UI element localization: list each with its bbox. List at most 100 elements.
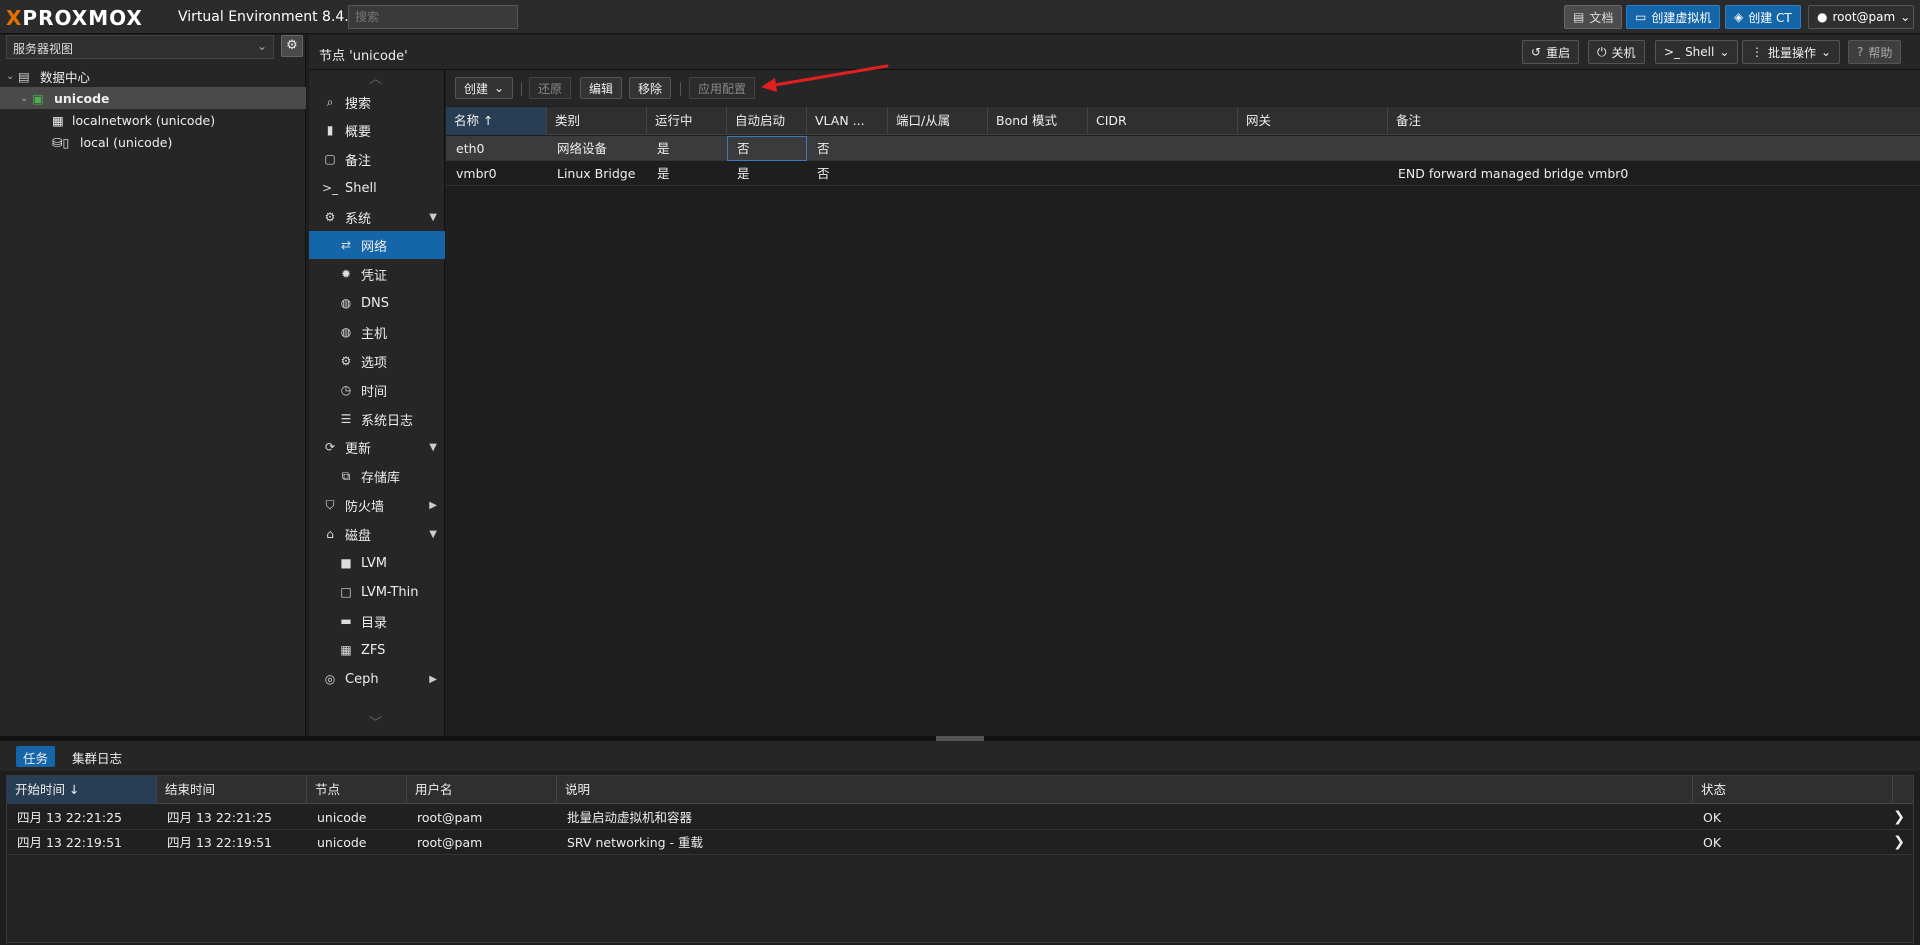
th-large-icon: ▦ <box>340 643 352 657</box>
column-header-autostart[interactable]: 自动启动 <box>727 107 807 135</box>
nav-ceph[interactable]: ◎ Ceph ▶ <box>309 665 445 693</box>
cell-active: 是 <box>657 166 670 181</box>
chevron-down-icon: ⌄ <box>256 39 267 53</box>
view-select[interactable]: 服务器视图 ⌄ <box>6 35 274 59</box>
column-header-cidr[interactable]: CIDR <box>1088 107 1238 135</box>
cell-comment <box>1388 136 1398 161</box>
column-header-name[interactable]: 名称 ↑ <box>446 107 547 135</box>
caret-down-icon: ▼ <box>429 211 437 223</box>
book-icon: ▮ <box>326 123 334 137</box>
cell-status: OK <box>1703 835 1722 850</box>
table-row[interactable]: eth0 网络设备 是 否 否 <box>446 136 1920 161</box>
table-row[interactable]: 四月 13 22:19:51 四月 13 22:19:51 unicode ro… <box>7 830 1913 855</box>
nav-options[interactable]: ⚙ 选项 <box>309 347 445 375</box>
nav-lvm-thin[interactable]: □ LVM-Thin <box>309 578 445 606</box>
proxmox-logo: XPROXMOX <box>6 6 143 30</box>
chevron-down-icon: ⌄ <box>6 70 15 82</box>
cell-start-time: 四月 13 22:21:25 <box>17 810 122 825</box>
help-button[interactable]: ? 帮助 <box>1848 40 1902 64</box>
nav-summary[interactable]: ▮ 概要 <box>309 116 445 144</box>
column-header-vlan[interactable]: VLAN ... <box>807 107 888 135</box>
tab-tasks[interactable]: 任务 <box>16 746 56 767</box>
column-header-comment[interactable]: 备注 <box>1388 107 1920 135</box>
tab-cluster-log[interactable]: 集群日志 <box>65 746 129 767</box>
tree-item-localnetwork[interactable]: ▦ localnetwork (unicode) <box>0 109 306 131</box>
nav-lvm[interactable]: ■ LVM <box>309 549 445 577</box>
undo-icon: ↺ <box>1531 45 1542 59</box>
docs-button[interactable]: ▤ 文档 <box>1564 5 1623 29</box>
shutdown-button[interactable]: ⏻ 关机 <box>1588 40 1645 64</box>
search-input[interactable] <box>348 5 518 29</box>
column-header-gateway[interactable]: 网关 <box>1238 107 1388 135</box>
tree-item-node-unicode[interactable]: ⌄ ▣ unicode <box>0 87 306 109</box>
chevron-down-icon: ⌄ <box>1900 10 1911 24</box>
chevron-down-icon: ⌄ <box>494 81 505 95</box>
column-header-bond-mode[interactable]: Bond 模式 <box>988 107 1088 135</box>
column-header-end-time[interactable]: 结束时间 <box>157 776 307 804</box>
nav-dns[interactable]: ◍ DNS <box>309 289 445 317</box>
nav-repositories[interactable]: ⧉ 存储库 <box>309 462 445 490</box>
revert-button[interactable]: 还原 <box>529 77 572 99</box>
gear-icon[interactable]: ⚙ <box>281 35 303 57</box>
create-button[interactable]: 创建 ⌄ <box>455 77 514 99</box>
reboot-button[interactable]: ↺ 重启 <box>1522 40 1580 64</box>
nav-search[interactable]: ⌕ 搜索 <box>309 88 445 116</box>
nav-certificates[interactable]: ✹ 凭证 <box>309 260 445 288</box>
column-header-node[interactable]: 节点 <box>307 776 407 804</box>
cell-active: 是 <box>657 141 670 156</box>
nav-directory[interactable]: ▬ 目录 <box>309 607 445 635</box>
scroll-up-icon[interactable]: ︿ <box>369 68 382 87</box>
version-label: Virtual Environment 8.4.18 <box>178 9 367 25</box>
chevron-down-icon: ⌄ <box>1821 45 1832 59</box>
nav-system[interactable]: ⚙ 系统 ▼ <box>309 203 445 231</box>
table-row[interactable]: 四月 13 22:21:25 四月 13 22:21:25 unicode ro… <box>7 805 1913 830</box>
bulk-actions-button[interactable]: ⋮ 批量操作 ⌄ <box>1742 40 1841 64</box>
top-bar: XPROXMOX Virtual Environment 8.4.18 ▤文档 … <box>0 0 1920 34</box>
column-header-ports[interactable]: 端口/从属 <box>888 107 988 135</box>
column-header-status[interactable]: 状态 <box>1693 776 1893 804</box>
cell-autostart: 是 <box>737 166 750 181</box>
search-icon: ⌕ <box>326 94 334 109</box>
tree-item-local-storage[interactable]: ⛁▯ local (unicode) <box>0 131 306 153</box>
create-vm-button[interactable]: ▭ 创建虚拟机 <box>1626 5 1721 29</box>
cell-end-time: 四月 13 22:21:25 <box>167 810 272 825</box>
nav-firewall[interactable]: ⛉ 防火墙 ▶ <box>309 491 445 519</box>
cell-name: vmbr0 <box>456 166 497 181</box>
chevron-right-icon[interactable]: ❯ <box>1893 805 1905 830</box>
nav-zfs[interactable]: ▦ ZFS <box>309 636 445 664</box>
shell-button[interactable]: >_ Shell ⌄ <box>1655 40 1739 64</box>
tree-item-datacenter[interactable]: ⌄ ▤ 数据中心 <box>0 65 306 87</box>
scroll-down-icon[interactable]: ﹀ <box>369 712 382 731</box>
column-header-type[interactable]: 类别 <box>547 107 647 135</box>
terminal-icon: >_ <box>321 181 339 195</box>
nav-time[interactable]: ◷ 时间 <box>309 376 445 404</box>
hdd-icon: ⌂ <box>326 527 334 541</box>
remove-button[interactable]: 移除 <box>629 77 672 99</box>
column-header-start-time[interactable]: 开始时间 ↓ <box>7 776 157 804</box>
log-panel: 任务 集群日志 开始时间 ↓ 结束时间 节点 用户名 说明 状态 四月 13 2… <box>0 741 1920 945</box>
nav-hosts[interactable]: ◍ 主机 <box>309 318 445 346</box>
edit-button[interactable]: 编辑 <box>580 77 623 99</box>
nav-updates[interactable]: ⟳ 更新 ▼ <box>309 433 445 461</box>
user-menu-button[interactable]: ● root@pam ⌄ <box>1808 5 1914 29</box>
nav-network[interactable]: ⇄ 网络 <box>309 231 445 259</box>
network-panel: 创建 ⌄ 还原 编辑 移除 应用配置 名称 ↑ 类别 运行中 自动启动 VLAN … <box>446 70 1920 736</box>
square-icon: ■ <box>340 556 352 570</box>
toolbar-separator <box>521 82 522 96</box>
nav-disks[interactable]: ⌂ 磁盘 ▼ <box>309 520 445 548</box>
column-header-active[interactable]: 运行中 <box>647 107 727 135</box>
apply-config-button[interactable]: 应用配置 <box>689 77 756 99</box>
node-online-icon: ▣ <box>32 90 44 106</box>
nav-syslog[interactable]: ☰ 系统日志 <box>309 405 445 433</box>
question-circle-icon: ? <box>1857 45 1864 59</box>
nav-notes[interactable]: ▢ 备注 <box>309 145 445 173</box>
nav-shell[interactable]: >_ Shell <box>309 174 445 202</box>
chevron-right-icon[interactable]: ❯ <box>1893 830 1905 855</box>
column-header-description[interactable]: 说明 <box>557 776 1693 804</box>
certificate-icon: ✹ <box>340 267 352 281</box>
log-tabs: 任务 集群日志 <box>0 741 1920 771</box>
column-header-user[interactable]: 用户名 <box>407 776 557 804</box>
create-ct-button[interactable]: ◈ 创建 CT <box>1725 5 1801 29</box>
table-row[interactable]: vmbr0 Linux Bridge 是 是 否 END forward man… <box>446 161 1920 186</box>
node-header: 节点 'unicode' ↺ 重启 ⏻ 关机 >_ Shell ⌄ ⋮ 批量操作 ⌄ ? 帮助 <box>309 35 1920 70</box>
